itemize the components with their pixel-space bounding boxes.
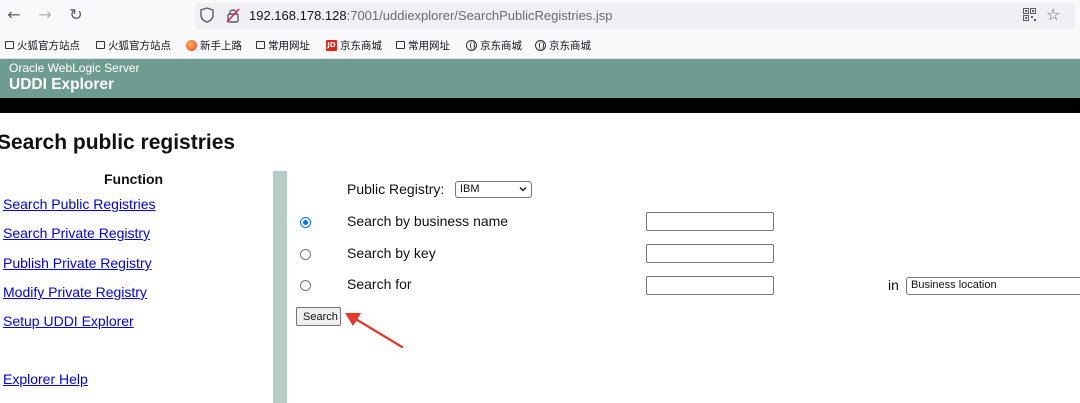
bookmark-item[interactable]: JD 京东商城: [326, 36, 382, 54]
key-label: Search by key: [347, 245, 436, 261]
shield-icon[interactable]: [200, 7, 214, 23]
column-divider: [273, 171, 287, 403]
folder-icon: [256, 41, 265, 49]
bookmark-item[interactable]: 京东商城: [535, 36, 591, 54]
qr-code-icon[interactable]: [1023, 8, 1036, 21]
globe-icon: [466, 39, 477, 51]
link-explorer-help[interactable]: Explorer Help: [3, 371, 88, 387]
link-search-private-registry[interactable]: Search Private Registry: [3, 225, 150, 241]
folder-icon: [396, 41, 405, 49]
page-title: Search public registries: [0, 131, 236, 154]
bookmark-item[interactable]: 火狐官方站点: [5, 36, 80, 54]
business-name-input[interactable]: [646, 212, 774, 231]
bookmark-star-icon[interactable]: ☆: [1046, 5, 1060, 24]
link-modify-private-registry[interactable]: Modify Private Registry: [3, 284, 147, 300]
bookmark-item[interactable]: 京东商城: [466, 36, 522, 54]
key-input[interactable]: [646, 244, 774, 263]
globe-icon: [535, 39, 546, 51]
search-button[interactable]: Search: [296, 307, 341, 326]
browser-toolbar: ← → ↻ 192.168.178.128:7001/uddiexplorer/…: [0, 0, 1080, 32]
radio-business-name[interactable]: [300, 217, 311, 228]
folder-icon: [96, 41, 105, 49]
weblogic-header: Oracle WebLogic Server UDDI Explorer: [0, 59, 1080, 98]
location-select[interactable]: Business location: [906, 277, 1080, 295]
in-label: in: [888, 277, 899, 293]
bookmark-label: 火狐官方站点: [17, 39, 80, 52]
bookmark-label: 常用网址: [408, 39, 450, 52]
bookmark-label: 京东商城: [480, 39, 522, 52]
reload-icon[interactable]: ↻: [67, 6, 85, 24]
bookmark-item[interactable]: 常用网址: [256, 36, 310, 54]
url-host: 192.168.178.128: [249, 8, 347, 23]
folder-icon: [5, 41, 14, 49]
bookmarks-bar: 火狐官方站点 火狐官方站点 新手上路 常用网址 JD 京东商城 常用网址 京东商城…: [0, 32, 1080, 59]
jd-icon: JD: [326, 39, 337, 51]
product-name: Oracle WebLogic Server: [9, 61, 140, 75]
insecure-lock-icon[interactable]: [226, 7, 240, 23]
link-search-public-registries[interactable]: Search Public Registries: [3, 196, 156, 212]
bookmark-item[interactable]: 火狐官方站点: [96, 36, 171, 54]
chevron-down-icon: [519, 187, 527, 192]
url-text[interactable]: 192.168.178.128:7001/uddiexplorer/Search…: [249, 8, 613, 23]
header-black-bar: [0, 98, 1080, 113]
radio-search-for[interactable]: [300, 280, 311, 291]
search-for-label: Search for: [347, 276, 412, 292]
url-path: :7001/uddiexplorer/SearchPublicRegistrie…: [346, 8, 613, 23]
public-registry-select[interactable]: IBM: [455, 181, 532, 198]
forward-arrow-icon[interactable]: →: [36, 6, 54, 24]
business-name-label: Search by business name: [347, 213, 509, 229]
bookmark-label: 火狐官方站点: [108, 39, 171, 52]
bookmark-label: 常用网址: [268, 39, 310, 52]
function-heading: Function: [104, 171, 164, 187]
bookmark-label: 京东商城: [549, 39, 591, 52]
public-registry-label: Public Registry:: [347, 181, 445, 197]
link-publish-private-registry[interactable]: Publish Private Registry: [3, 255, 152, 271]
bookmark-label: 新手上路: [200, 39, 242, 52]
bookmark-item[interactable]: 常用网址: [396, 36, 450, 54]
radio-key[interactable]: [300, 249, 311, 260]
location-value: Business location: [911, 279, 997, 291]
firefox-icon: [186, 39, 197, 51]
public-registry-value: IBM: [460, 183, 480, 195]
app-name: UDDI Explorer: [9, 76, 115, 93]
annotation-arrow-icon: [345, 313, 404, 349]
back-arrow-icon[interactable]: ←: [5, 6, 23, 24]
search-for-input[interactable]: [646, 276, 774, 295]
bookmark-label: 京东商城: [340, 39, 382, 52]
link-setup-uddi-explorer[interactable]: Setup UDDI Explorer: [3, 313, 134, 329]
bookmark-item[interactable]: 新手上路: [186, 36, 242, 54]
